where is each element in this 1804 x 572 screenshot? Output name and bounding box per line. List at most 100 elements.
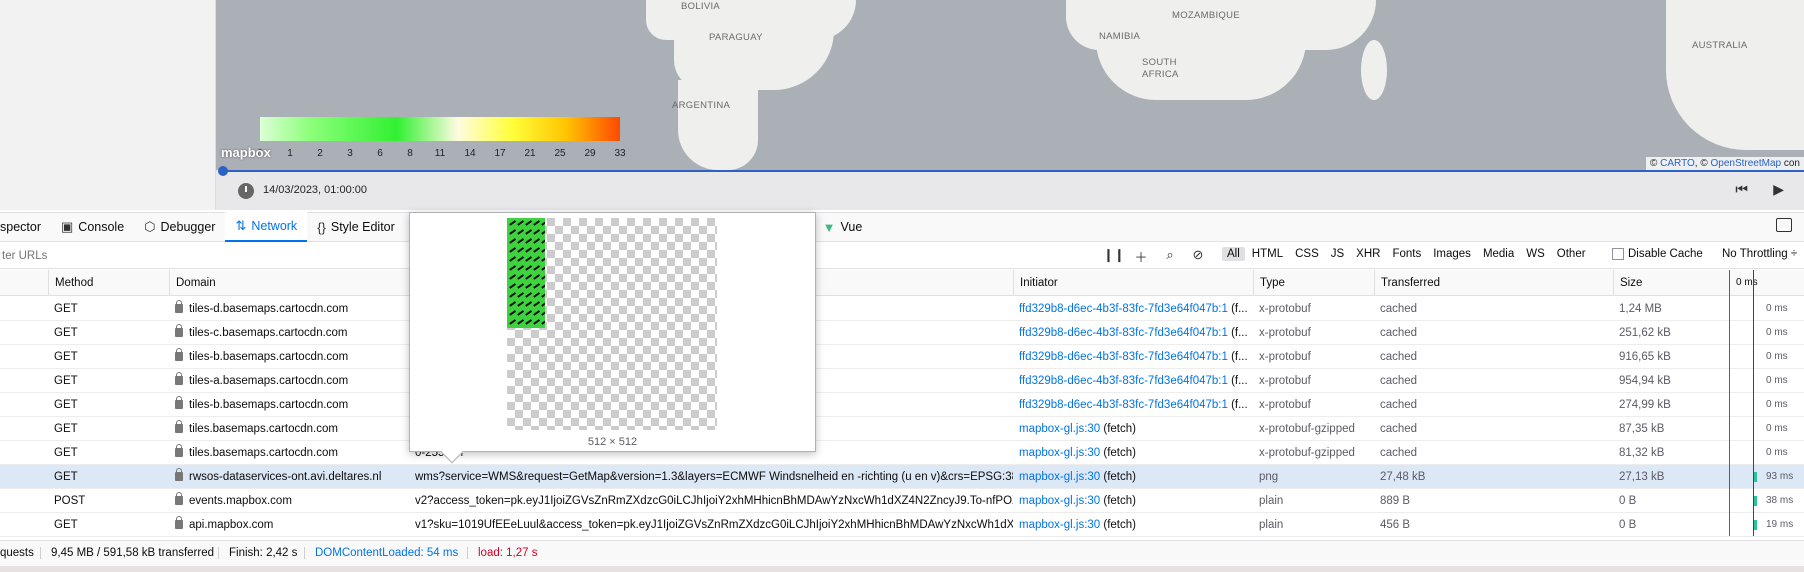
map-label-south: SOUTH: [1142, 57, 1177, 68]
table-row[interactable]: GET rwsos-dataservices-ont.avi.deltares.n…: [0, 465, 1804, 489]
cell-time: 0 ms: [1760, 441, 1804, 465]
map-canvas[interactable]: BOLIVIA PARAGUAY ARGENTINA MOZAMBIQUE NA…: [216, 0, 1804, 170]
filter-html[interactable]: HTML: [1247, 247, 1288, 261]
mapbox-logo[interactable]: mapbox: [221, 145, 271, 160]
cell-initiator[interactable]: ffd329b8-d6ec-4b3f-83fc-7fd3e64f047b:1 (…: [1013, 393, 1253, 417]
column-size[interactable]: Size: [1613, 270, 1729, 296]
legend-tick-labels: 0 1 2 3 6 8 11 14 17 21 25 29 33: [256, 148, 628, 162]
size-text: 0 B: [1619, 519, 1637, 531]
dock-side-icon[interactable]: [1776, 218, 1792, 232]
table-row[interactable]: GET api.mapbox.com v1?sku=1019UfEEeLuul&ac…: [0, 513, 1804, 537]
method-text: GET: [54, 399, 78, 411]
play-icon[interactable]: ▶: [1773, 181, 1784, 198]
table-row[interactable]: GET tiles-c.basemaps.cartocdn.com ffd329b8…: [0, 321, 1804, 345]
transferred-text: cached: [1380, 375, 1418, 387]
skip-back-icon[interactable]: ⏮: [1735, 181, 1748, 198]
lock-icon: [175, 300, 183, 313]
filter-xhr[interactable]: XHR: [1351, 247, 1385, 261]
filter-all[interactable]: All: [1222, 247, 1245, 261]
size-text: 81,32 kB: [1619, 447, 1665, 459]
filter-fonts[interactable]: Fonts: [1387, 247, 1426, 261]
initiator-text: mapbox-gl.js:30: [1019, 519, 1101, 531]
table-row[interactable]: POST events.mapbox.com v2?access_token=pk.…: [0, 489, 1804, 513]
table-row[interactable]: GET tiles-b.basemaps.cartocdn.com ffd329b8…: [0, 393, 1804, 417]
waterfall-timing-bar: [1754, 472, 1757, 482]
type-text: x-protobuf: [1259, 399, 1311, 411]
filter-other[interactable]: Other: [1552, 247, 1591, 261]
table-row[interactable]: GET tiles-b.basemaps.cartocdn.com ffd329b8…: [0, 345, 1804, 369]
column-type[interactable]: Type: [1253, 270, 1374, 296]
cell-initiator[interactable]: ffd329b8-d6ec-4b3f-83fc-7fd3e64f047b:1 (…: [1013, 369, 1253, 393]
table-row[interactable]: GET tiles.basemaps.cartocdn.com mapbox-gl.…: [0, 417, 1804, 441]
carto-link[interactable]: CARTO: [1660, 158, 1695, 169]
domain-text: tiles-d.basemaps.cartocdn.com: [189, 303, 349, 315]
block-icon[interactable]: ⊘: [1188, 247, 1208, 263]
domain-text: tiles.basemaps.cartocdn.com: [189, 423, 338, 435]
openstreetmap-link[interactable]: OpenStreetMap: [1710, 158, 1781, 169]
filter-ws[interactable]: WS: [1521, 247, 1550, 261]
cell-method: GET: [48, 441, 169, 465]
size-text: 27,13 kB: [1619, 471, 1665, 483]
cell-initiator[interactable]: mapbox-gl.js:30 (fetch): [1013, 417, 1253, 441]
cell-initiator[interactable]: ffd329b8-d6ec-4b3f-83fc-7fd3e64f047b:1 (…: [1013, 321, 1253, 345]
status-transferred: 9,45 MB / 591,58 kB transferred: [40, 547, 214, 559]
console-icon: ▣: [61, 219, 74, 234]
cell-file: v2?access_token=pk.eyJ1IjoiZGVsZnRmZXdzc…: [409, 489, 1013, 513]
cell-initiator[interactable]: mapbox-gl.js:30 (fetch): [1013, 489, 1253, 513]
add-icon[interactable]: ＋: [1131, 247, 1151, 266]
disable-cache-toggle[interactable]: Disable Cache: [1612, 248, 1703, 260]
table-row[interactable]: GET tiles.basemaps.cartocdn.com 0-255.pbf m…: [0, 441, 1804, 465]
filter-media[interactable]: Media: [1478, 247, 1519, 261]
filter-css[interactable]: CSS: [1290, 247, 1324, 261]
time-slider-handle[interactable]: [218, 166, 228, 176]
time-text: 0 ms: [1766, 327, 1788, 338]
cell-initiator[interactable]: mapbox-gl.js:30 (fetch): [1013, 465, 1253, 489]
cell-initiator[interactable]: mapbox-gl.js:30 (fetch): [1013, 441, 1253, 465]
tab-network[interactable]: ⇅ Network: [225, 212, 308, 242]
cell-initiator[interactable]: ffd329b8-d6ec-4b3f-83fc-7fd3e64f047b:1 (…: [1013, 297, 1253, 321]
network-summary-bar: quests 9,45 MB / 591,58 kB transferred F…: [0, 540, 1804, 566]
filter-js[interactable]: JS: [1326, 247, 1349, 261]
column-domain[interactable]: Domain: [169, 270, 409, 296]
pause-icon[interactable]: ❙❙: [1103, 247, 1125, 263]
cell-type: plain: [1253, 513, 1374, 537]
size-text: 954,94 kB: [1619, 375, 1671, 387]
size-text: 0 B: [1619, 495, 1637, 507]
cell-initiator[interactable]: ffd329b8-d6ec-4b3f-83fc-7fd3e64f047b:1 (…: [1013, 345, 1253, 369]
method-text: GET: [54, 447, 78, 459]
type-text: x-protobuf-gzipped: [1259, 423, 1355, 435]
cell-method: GET: [48, 297, 169, 321]
legend-tick-label: 33: [614, 148, 626, 159]
waterfall-timing-bar: [1754, 496, 1757, 506]
lock-icon: [175, 492, 183, 505]
column-transferred[interactable]: Transferred: [1374, 270, 1613, 296]
throttling-select[interactable]: No Throttling ÷: [1722, 248, 1797, 260]
method-text: GET: [54, 471, 78, 483]
table-row[interactable]: GET tiles-a.basemaps.cartocdn.com ffd329b8…: [0, 369, 1804, 393]
lock-icon: [175, 420, 183, 433]
size-text: 251,62 kB: [1619, 327, 1671, 339]
column-waterfall[interactable]: 0 ms: [1729, 270, 1804, 296]
column-initiator[interactable]: Initiator: [1013, 270, 1253, 296]
column-method[interactable]: Method: [48, 270, 169, 296]
tab-inspector[interactable]: spector: [0, 212, 51, 242]
filter-urls-input[interactable]: [0, 247, 420, 265]
tab-console[interactable]: ▣ Console: [51, 212, 134, 242]
search-icon[interactable]: ⌕: [1160, 247, 1180, 263]
tab-vue[interactable]: ▼ Vue: [813, 212, 873, 242]
disable-cache-checkbox[interactable]: [1612, 248, 1624, 260]
map-label-namibia: NAMIBIA: [1099, 31, 1141, 42]
method-text: GET: [54, 327, 78, 339]
filter-images[interactable]: Images: [1428, 247, 1476, 261]
debugger-icon: ⬡: [144, 219, 156, 234]
transferred-text: cached: [1380, 351, 1418, 363]
time-slider-track[interactable]: [222, 170, 1804, 172]
initiator-detail: (fetch): [1100, 471, 1136, 483]
domain-text: tiles.basemaps.cartocdn.com: [189, 447, 338, 459]
cell-time: 38 ms: [1760, 489, 1804, 513]
tab-style-editor[interactable]: {} Style Editor: [307, 212, 405, 242]
cell-initiator[interactable]: mapbox-gl.js:30 (fetch): [1013, 513, 1253, 537]
table-row[interactable]: GET tiles-d.basemaps.cartocdn.com ffd329b8…: [0, 297, 1804, 321]
page-sidebar: [0, 0, 216, 210]
tab-debugger[interactable]: ⬡ Debugger: [134, 212, 225, 242]
